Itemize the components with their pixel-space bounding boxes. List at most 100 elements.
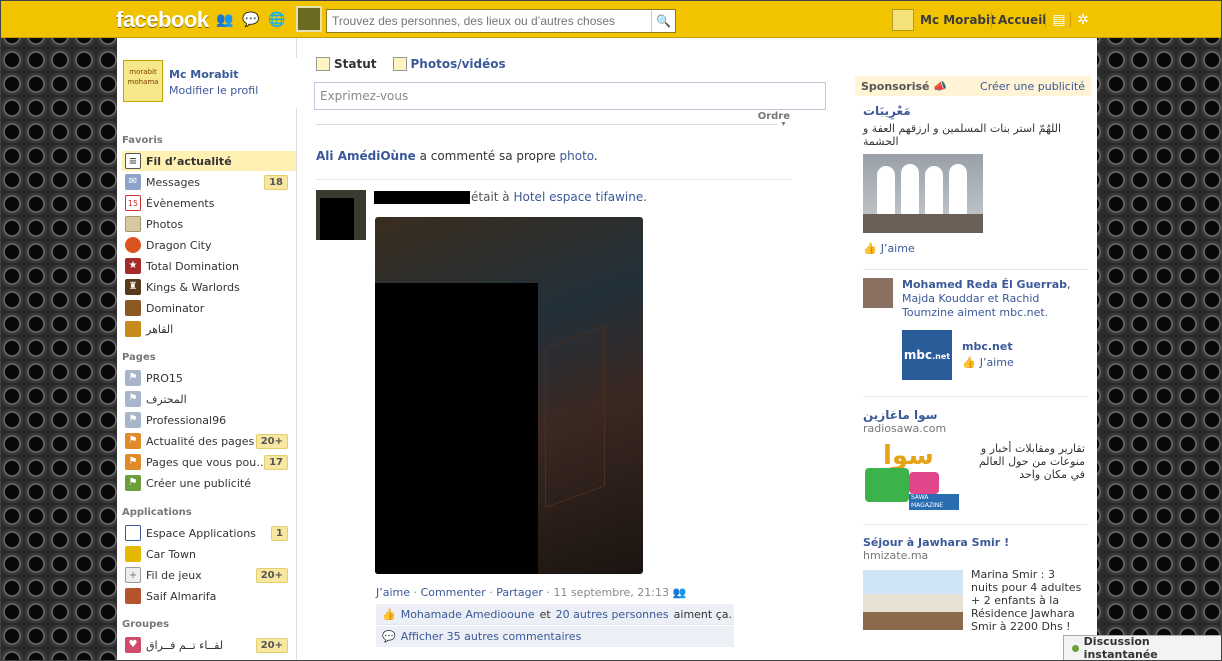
group-heart-icon: ♥: [125, 637, 141, 653]
sidebar-item-news-feed[interactable]: ≡ Fil d’actualité: [122, 151, 296, 171]
page-container: morabit mohama Mc Morabit Modifier le pr…: [117, 38, 1097, 661]
messages-badge: 18: [264, 175, 288, 190]
page-name-link[interactable]: mbc.net: [962, 340, 1013, 353]
post-author-avatar[interactable]: [316, 190, 366, 240]
story-actor-link[interactable]: Ali AmédiOùne: [316, 149, 416, 163]
ad-body: اللهُمّ استر بنات المسلمين و ارزقهم العف…: [863, 122, 1062, 148]
friends-list-icon[interactable]: ▤: [1050, 11, 1068, 29]
top-user-name[interactable]: Mc Morabit: [920, 13, 996, 27]
sidebar-item-page-pro15[interactable]: ⚑ PRO15: [122, 368, 296, 388]
page-flag-icon: ⚑: [125, 370, 141, 386]
messages-icon: ✉: [125, 174, 141, 190]
redacted-region: [375, 283, 538, 574]
friend-requests-icon[interactable]: 👥: [216, 11, 234, 29]
shield-game-icon: [125, 321, 141, 337]
profile-avatar[interactable]: morabit mohama: [123, 60, 163, 102]
sidebar-item-create-ad[interactable]: ⚑ Créer une publicité: [122, 473, 296, 493]
sidebar-item-photos[interactable]: Photos: [122, 214, 296, 234]
sidebar-item-games-feed[interactable]: + Fil de jeux 20+: [122, 565, 296, 585]
post-photo[interactable]: [375, 217, 643, 574]
ad-image[interactable]: [863, 154, 983, 233]
post-timestamp[interactable]: 11 septembre, 21:13: [553, 586, 669, 599]
sidebar-item-al-qaher[interactable]: القاهر: [122, 319, 296, 339]
chat-label: Discussion instantanée: [1083, 635, 1158, 661]
tab-photos-videos[interactable]: Photos/vidéos: [392, 57, 506, 71]
share-link[interactable]: Partager: [496, 586, 543, 599]
sponsored-header: Sponsorisé 📣 Créer une publicité: [855, 76, 1091, 96]
likes-summary: 👍 Mohamade Amediooune et 20 autres perso…: [376, 604, 734, 625]
create-ad-link[interactable]: Créer une publicité: [980, 80, 1085, 93]
sidebar-item-total-domination[interactable]: ★ Total Domination: [122, 256, 296, 276]
friend-name-link[interactable]: Mohamed Reda Él Guerrab: [902, 278, 1067, 291]
status-composer-input[interactable]: Exprimez-vous: [314, 82, 826, 110]
search-box[interactable]: 🔍: [326, 9, 676, 33]
tab-status[interactable]: Statut: [316, 57, 377, 71]
audience-friends-icon[interactable]: 👥: [672, 586, 686, 599]
likes-actor-link[interactable]: Mohamade Amediooune: [401, 608, 535, 621]
top-user[interactable]: Mc Morabit: [892, 9, 996, 31]
ad-like-button[interactable]: 👍 J’aime: [863, 242, 1087, 255]
facebook-logo[interactable]: facebook: [110, 6, 215, 34]
comment-link[interactable]: Commenter: [421, 586, 486, 599]
show-more-comments[interactable]: 💬 Afficher 35 autres commentaires: [376, 626, 734, 647]
sidebar-item-messages[interactable]: ✉ Messages 18: [122, 172, 296, 192]
page-like-button[interactable]: 👍 J’aime: [962, 356, 1014, 369]
ad-title[interactable]: سوا ماغازين: [863, 408, 1087, 422]
divider: [991, 12, 992, 28]
sidebar-item-group[interactable]: ♥ لقــاء تــم فــراق 20+: [122, 635, 296, 655]
ad-resort-image[interactable]: [863, 570, 963, 630]
online-status-icon: [1072, 644, 1079, 652]
edit-profile-link[interactable]: Modifier le profil: [169, 84, 258, 97]
mbc-logo[interactable]: mbc.net: [902, 330, 952, 380]
search-input[interactable]: [327, 10, 647, 32]
right-sidebar: Sponsorisé 📣 Créer une publicité مَعْرِي…: [855, 38, 1091, 661]
app-center-icon: [125, 525, 141, 541]
redacted-author-name[interactable]: [374, 190, 470, 204]
thumbs-up-icon: 👍: [382, 607, 396, 621]
messages-icon[interactable]: 💬: [242, 11, 260, 29]
status-icon: [316, 57, 330, 71]
user-avatar[interactable]: [892, 9, 914, 31]
ad-title[interactable]: Séjour à Jawhara Smir !: [863, 536, 1087, 549]
sidebar-item-events[interactable]: 15 Évènements: [122, 193, 296, 213]
sidebar-item-app-center[interactable]: Espace Applications 1: [122, 523, 296, 543]
friend-avatar[interactable]: [863, 278, 893, 308]
megaphone-icon: 📣: [933, 79, 948, 93]
settings-gear-icon[interactable]: ✲: [1074, 11, 1092, 29]
ad-jawhara-smir[interactable]: Séjour à Jawhara Smir ! hmizate.ma Marin…: [863, 536, 1087, 633]
likes-others-link[interactable]: 20 autres personnes: [556, 608, 669, 621]
like-link[interactable]: J’aime: [376, 586, 410, 599]
sidebar-item-dominator[interactable]: Dominator: [122, 298, 296, 318]
games-icon: +: [125, 567, 141, 583]
post-place-link[interactable]: Hotel espace tifawine: [513, 190, 643, 204]
sidebar-item-page-professional96[interactable]: ⚑ Professional96: [122, 410, 296, 430]
profile-block[interactable]: morabit mohama Mc Morabit Modifier le pr…: [117, 58, 297, 108]
photo-detail: [545, 326, 605, 508]
order-dropdown[interactable]: Ordre ▾: [753, 111, 794, 129]
ad-title[interactable]: مَعْرِيبَات: [863, 104, 1087, 118]
chat-sidebar-toggle[interactable]: Discussion instantanée: [1063, 635, 1222, 661]
profile-name[interactable]: Mc Morabit: [169, 68, 239, 81]
thumbs-up-icon: 👍: [962, 356, 976, 369]
sidebar-item-pages-feed[interactable]: ⚑ Actualité des pages 20+: [122, 431, 296, 451]
notifications-globe-icon[interactable]: 🌐: [268, 11, 286, 29]
sidebar-item-dragon-city[interactable]: Dragon City: [122, 235, 296, 255]
social-context[interactable]: Majda Kouddar et Rachid Toumzine aiment …: [902, 292, 1048, 319]
sawa-logo[interactable]: سوا SAWA MAGAZINE: [863, 442, 959, 510]
sidebar-item-kings-warlords[interactable]: ♜ Kings & Warlords: [122, 277, 296, 297]
pages-title: Pages: [122, 352, 156, 363]
page-avatar[interactable]: [296, 6, 322, 32]
story-photo-link[interactable]: photo: [560, 149, 594, 163]
post-header: était à Hotel espace tifawine.: [374, 190, 647, 204]
ad-maghribiyat[interactable]: مَعْرِيبَات اللهُمّ استر بنات المسلمين و…: [863, 104, 1087, 255]
sidebar-item-pages-suggestions[interactable]: ⚑ Pages que vous pou… 17: [122, 452, 296, 472]
home-link[interactable]: Accueil: [998, 13, 1046, 27]
ad-sawa-magazine[interactable]: سوا ماغازين radiosawa.com سوا SAWA MAGAZ…: [863, 408, 1087, 510]
sidebar-item-car-town[interactable]: Car Town: [122, 544, 296, 564]
search-icon[interactable]: 🔍: [651, 10, 675, 32]
sidebar-item-saif-almarifa[interactable]: Saif Almarifa: [122, 586, 296, 606]
redacted-block: [320, 198, 354, 240]
games-feed-badge: 20+: [255, 568, 288, 583]
pages-feed-icon: ⚑: [125, 433, 141, 449]
sidebar-item-page-almohtaref[interactable]: ⚑ المحترف: [122, 389, 296, 409]
